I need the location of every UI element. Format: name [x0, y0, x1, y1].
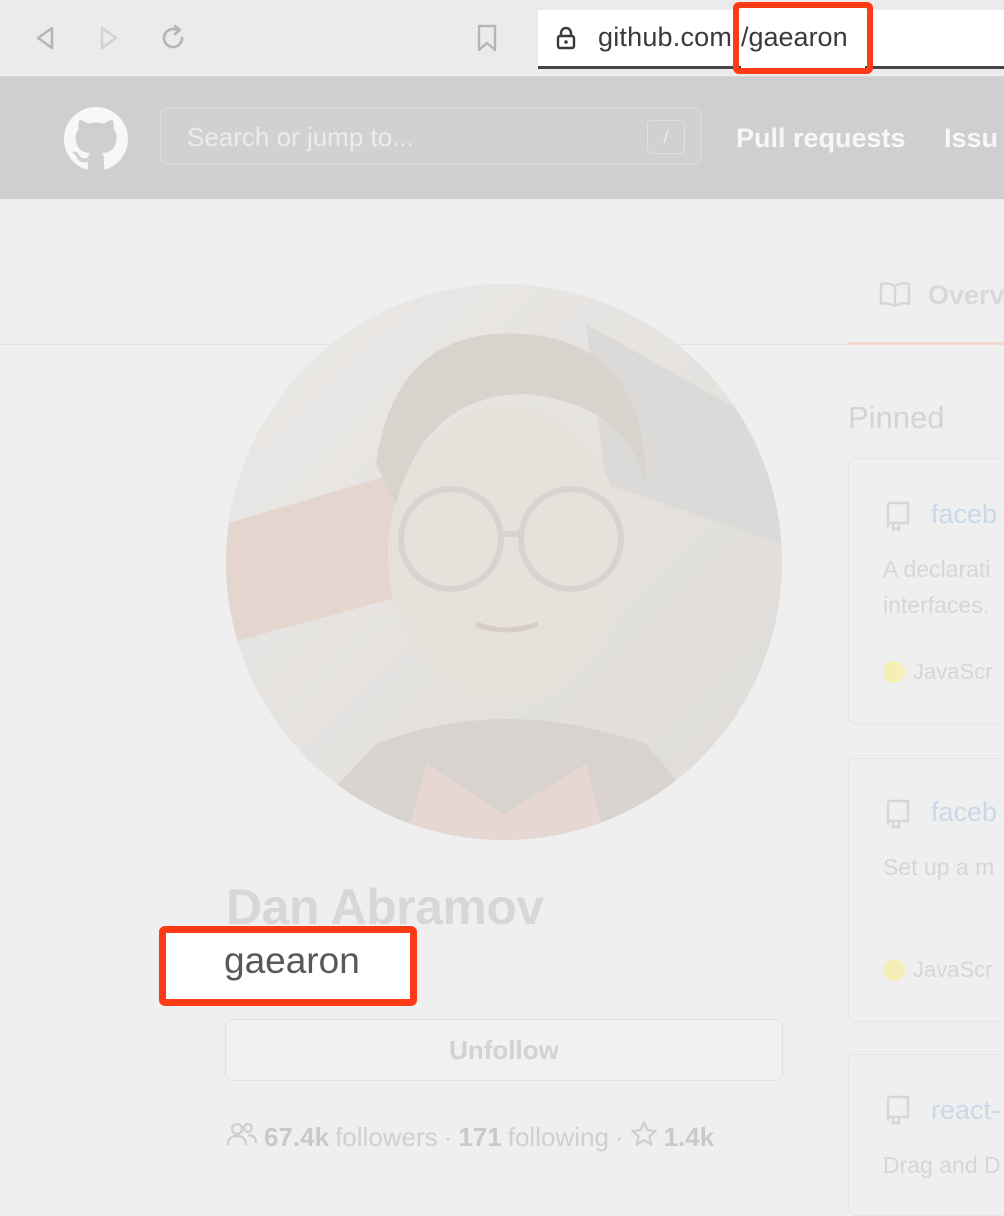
stats-separator: ·	[443, 1122, 453, 1152]
repo-icon	[885, 1095, 911, 1130]
people-icon	[226, 1121, 258, 1154]
url-host: github.com	[598, 22, 733, 52]
search-input[interactable]: Search or jump to... /	[160, 107, 702, 165]
pinned-repo-language: JavaScr	[913, 659, 993, 684]
search-placeholder: Search or jump to...	[187, 122, 414, 152]
url-path-highlight	[733, 2, 873, 74]
nav-issues[interactable]: Issu	[944, 123, 998, 154]
pinned-card[interactable]: faceb Set up a m JavaScr	[848, 758, 1004, 1022]
pinned-repo-description: A declarati	[883, 556, 991, 582]
github-logo-icon[interactable]	[64, 107, 128, 176]
bookmark-icon[interactable]	[472, 22, 502, 54]
back-icon[interactable]	[30, 22, 60, 54]
avatar[interactable]	[226, 284, 782, 840]
tab-overview-label: Overv	[928, 280, 1004, 310]
search-shortcut-key: /	[647, 120, 685, 154]
language-color-dot	[883, 959, 905, 981]
following-label[interactable]: following	[508, 1122, 609, 1153]
pinned-title: Pinned	[848, 400, 945, 435]
pinned-repo-description: Set up a m	[883, 854, 995, 880]
unfollow-button[interactable]: Unfollow	[225, 1019, 783, 1081]
avatar-photo	[226, 284, 782, 840]
pinned-repo-link[interactable]: faceb	[931, 499, 997, 530]
profile-username: gaearon	[224, 940, 360, 981]
forward-icon[interactable]	[94, 22, 124, 54]
github-header: Search or jump to... / Pull requests Iss…	[0, 77, 1004, 199]
followers-label[interactable]: followers	[335, 1122, 438, 1153]
stats-separator: ·	[614, 1122, 624, 1152]
repo-icon	[885, 799, 911, 834]
followers-count[interactable]: 67.4k	[264, 1122, 329, 1153]
pinned-repo-link[interactable]: faceb	[931, 797, 997, 828]
pinned-repo-description: interfaces.	[883, 592, 990, 618]
pinned-card[interactable]: faceb A declarati interfaces. JavaScr	[848, 458, 1004, 724]
book-icon	[878, 280, 912, 313]
stars-count[interactable]: 1.4k	[664, 1122, 715, 1153]
star-icon	[630, 1120, 658, 1155]
pinned-repo-language: JavaScr	[913, 957, 993, 982]
pinned-repo-link[interactable]: react-	[931, 1095, 1000, 1126]
pinned-repo-description: Drag and D	[883, 1152, 1001, 1178]
lock-icon	[556, 26, 576, 55]
reload-icon[interactable]	[158, 22, 188, 54]
tab-overview[interactable]: Overv	[848, 270, 1004, 345]
language-color-dot	[883, 661, 905, 683]
nav-pull-requests[interactable]: Pull requests	[736, 123, 906, 154]
following-count[interactable]: 171	[458, 1122, 501, 1153]
repo-icon	[885, 501, 911, 536]
profile-stats: 67.4k followers · 171 following · 1.4k	[226, 1120, 714, 1155]
